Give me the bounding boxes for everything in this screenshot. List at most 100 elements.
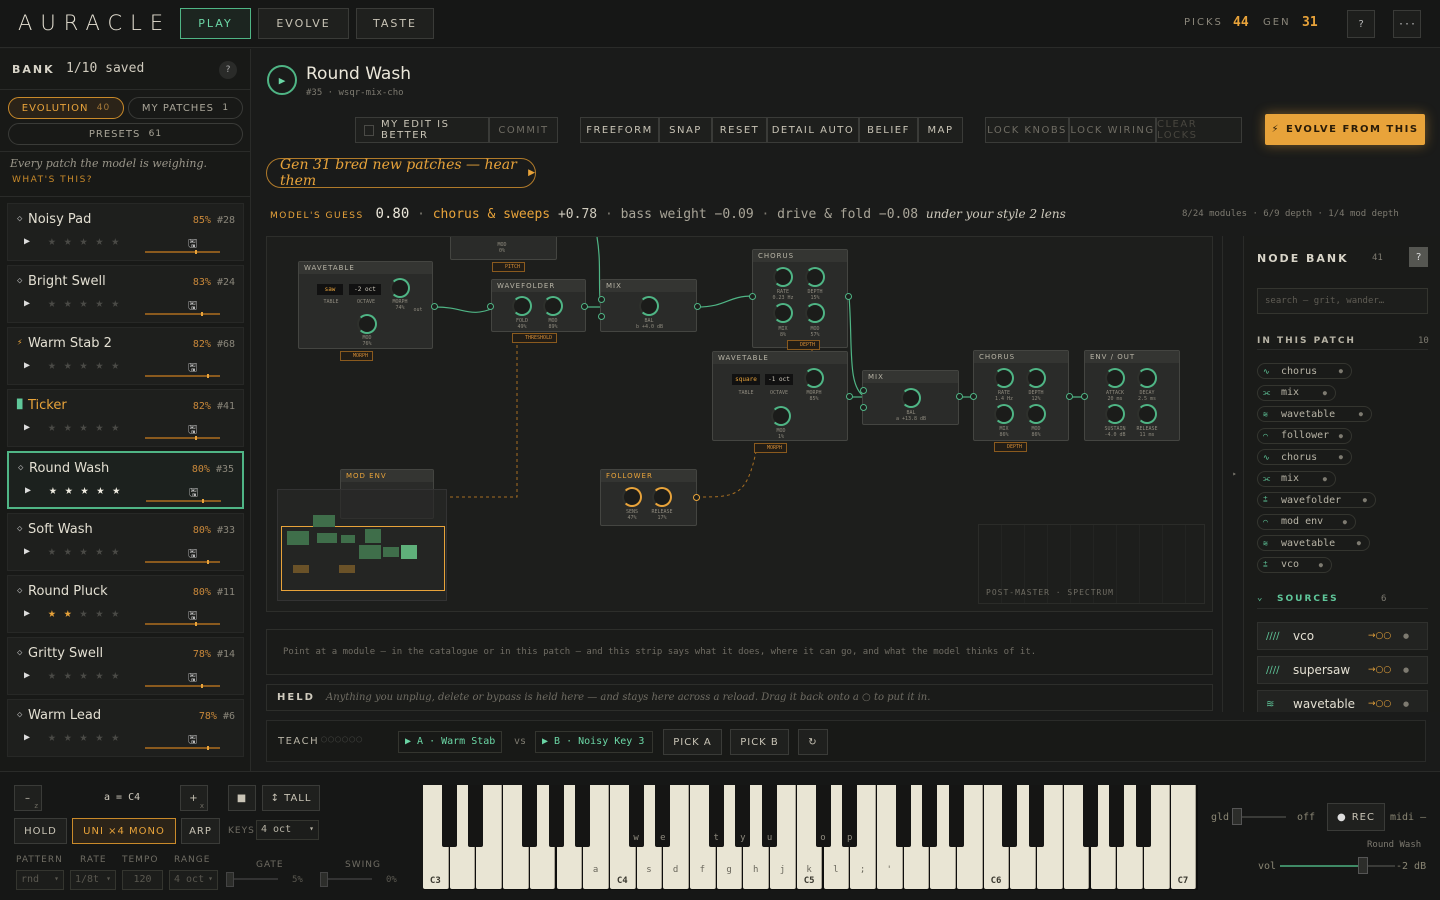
release-knob[interactable]	[652, 487, 672, 507]
bank-help-button[interactable]: ?	[219, 61, 237, 79]
play-icon[interactable]: ▶	[24, 298, 30, 309]
morph-tag[interactable]: MORPH	[340, 351, 374, 361]
star-icon[interactable]: ★	[48, 730, 64, 745]
patch-node-chip[interactable]: ⌒ follower ●	[1257, 427, 1352, 444]
octave-up-button[interactable]: + x	[180, 785, 208, 811]
stop-button[interactable]: ■	[228, 785, 256, 811]
volume-slider[interactable]	[1280, 865, 1395, 867]
more-button[interactable]: ···	[1393, 10, 1421, 38]
pattern-select[interactable]: rnd ▾	[16, 870, 64, 890]
patch-card[interactable]: ◇ Gritty Swell 78% #14 ▶ ★★★★★ 🖫	[7, 637, 244, 695]
black-key[interactable]	[548, 785, 564, 847]
star-icon[interactable]: ★	[48, 296, 64, 311]
hold-button[interactable]: HOLD	[14, 818, 67, 844]
pick-a-button[interactable]: PICK A	[663, 729, 722, 755]
black-key[interactable]	[1109, 785, 1125, 847]
star-icon[interactable]: ★	[64, 606, 80, 621]
star-icon[interactable]: ★	[111, 730, 127, 745]
play-icon[interactable]: ▶	[24, 422, 30, 433]
output-port[interactable]	[1066, 393, 1073, 400]
black-key[interactable]	[922, 785, 938, 847]
unison-mono-button[interactable]: UNI ×4 MONO	[72, 818, 176, 844]
play-patch-button[interactable]: ▶	[267, 65, 297, 95]
module-follower[interactable]: FOLLOWER SENS 47% RELEASE 17%	[600, 469, 697, 526]
patch-card[interactable]: ◇ Round Pluck 80% #11 ▶ ★★★★★ 🖫	[7, 575, 244, 633]
star-icon[interactable]: ★	[112, 483, 128, 498]
play-icon[interactable]: ▶	[24, 236, 30, 247]
gate-slider-handle[interactable]	[226, 872, 234, 887]
module-partial[interactable]: MOD 0%	[450, 237, 557, 260]
module-wavetable-2[interactable]: WAVETABLE square -1 oct TABLE OCTAVE MOR…	[712, 351, 848, 441]
star-rating[interactable]: ★★★★★	[48, 730, 127, 745]
star-icon[interactable]: ★	[111, 544, 127, 559]
chevron-down-icon[interactable]: ⌄	[1257, 593, 1262, 603]
patch-node-chip[interactable]: ⌒ mod env ●	[1257, 513, 1356, 530]
star-icon[interactable]: ★	[64, 358, 80, 373]
swing-slider-handle[interactable]	[320, 872, 328, 887]
clear-locks-button[interactable]: CLEAR LOCKS	[1156, 117, 1242, 143]
lock-knobs-button[interactable]: LOCK KNOBS	[985, 117, 1069, 143]
input-port[interactable]	[1081, 393, 1088, 400]
output-port[interactable]	[693, 494, 700, 501]
input-port[interactable]	[749, 293, 756, 300]
star-rating[interactable]: ★★★★★	[48, 668, 127, 683]
play-icon[interactable]: ▶	[24, 670, 30, 681]
balance-knob[interactable]	[901, 388, 921, 408]
star-icon[interactable]: ★	[95, 420, 111, 435]
evolve-from-this-button[interactable]: ⚡ EVOLVE FROM THIS	[1265, 114, 1425, 145]
play-icon[interactable]: ▶	[24, 360, 30, 371]
source-item[interactable]: ≋ wavetable →○○ ●	[1257, 690, 1428, 712]
star-icon[interactable]: ★	[95, 730, 111, 745]
star-icon[interactable]: ★	[111, 606, 127, 621]
attack-knob[interactable]	[1105, 368, 1125, 388]
add-node-icon[interactable]: →○○	[1368, 631, 1391, 641]
black-key[interactable]	[949, 785, 964, 847]
play-a-button[interactable]: ▶ A · Warm Stab	[398, 731, 502, 753]
record-button[interactable]: ● REC	[1327, 803, 1385, 831]
mode-map[interactable]: MAP	[918, 117, 963, 143]
star-rating[interactable]: ★★★★★	[48, 234, 127, 249]
range-select[interactable]: 4 oct ▾	[169, 870, 218, 890]
patch-canvas[interactable]: MOD 0% PITCH WAVETABLE saw -2 oct TABLE …	[266, 236, 1213, 612]
play-icon[interactable]: ▶	[25, 485, 31, 496]
module-mix-2[interactable]: MIX BAL a +13.8 dB	[862, 370, 959, 425]
patch-card[interactable]: ◇ Warm Lead 78% #6 ▶ ★★★★★ 🖫	[7, 699, 244, 757]
tab-my-patches[interactable]: MY PATCHES 1	[128, 97, 243, 119]
star-icon[interactable]: ★	[48, 606, 64, 621]
depth-knob[interactable]	[1026, 368, 1046, 388]
star-icon[interactable]: ★	[96, 483, 112, 498]
module-wavetable[interactable]: WAVETABLE saw -2 oct TABLE OCTAVE MORPH …	[298, 261, 433, 349]
balance-knob[interactable]	[639, 296, 659, 316]
mode-reset[interactable]: RESET	[712, 117, 767, 143]
mode-freeform[interactable]: FREEFORM	[580, 117, 659, 143]
star-icon[interactable]: ★	[64, 730, 80, 745]
star-rating[interactable]: ★★★★★	[48, 420, 127, 435]
depth-tag[interactable]: DEPTH	[994, 442, 1028, 452]
black-key[interactable]: y	[735, 785, 751, 847]
add-node-icon[interactable]: →○○	[1368, 665, 1391, 675]
source-item[interactable]: /∕/∕ supersaw →○○ ●	[1257, 656, 1428, 684]
play-icon[interactable]: ▶	[24, 608, 30, 619]
mode-belief[interactable]: BELIEF	[859, 117, 918, 143]
module-mix[interactable]: MIX BAL b +4.0 dB	[600, 279, 697, 332]
play-b-button[interactable]: ▶ B · Noisy Key 3	[535, 731, 653, 753]
depth-tag[interactable]: DEPTH	[787, 340, 821, 350]
patch-card[interactable]: ◇ Noisy Pad 85% #28 ▶ ★★★★★ 🖫	[7, 203, 244, 261]
sustain-knob[interactable]	[1105, 404, 1125, 424]
octave-select[interactable]: -2 oct	[349, 284, 381, 295]
input-port-b[interactable]	[598, 313, 605, 320]
commit-button[interactable]: COMMIT	[489, 117, 558, 143]
my-edit-toggle[interactable]: MY EDIT IS BETTER	[355, 117, 489, 143]
black-key[interactable]: t	[708, 785, 724, 847]
splitter[interactable]	[1222, 236, 1223, 712]
input-port-a[interactable]	[598, 296, 605, 303]
star-icon[interactable]: ★	[111, 358, 127, 373]
play-icon[interactable]: ▶	[24, 546, 30, 557]
mod-knob[interactable]	[1026, 404, 1046, 424]
generation-banner[interactable]: Gen 31 bred new patches — hear them ▶	[266, 157, 536, 189]
star-icon[interactable]: ★	[48, 234, 64, 249]
lock-wiring-button[interactable]: LOCK WIRING	[1069, 117, 1156, 143]
output-port[interactable]	[694, 303, 701, 310]
module-wavefolder[interactable]: WAVEFOLDER FOLD 49% MOD 89%	[491, 279, 586, 332]
piano-keyboard[interactable]: C3 a C4 s d f g h j k C5 l; ' C6 C7 w e t y u o p	[423, 785, 1198, 890]
